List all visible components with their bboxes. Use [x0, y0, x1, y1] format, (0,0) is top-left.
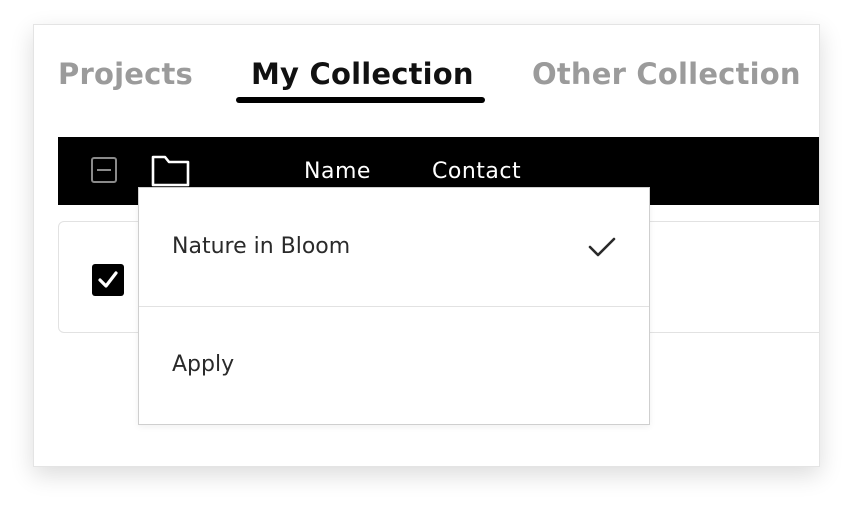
column-header-name[interactable]: Name [304, 159, 371, 185]
row-checkbox[interactable] [92, 264, 124, 296]
dropdown-option-nature-in-bloom[interactable]: Nature in Bloom [139, 188, 649, 307]
active-tab-indicator [236, 97, 485, 103]
folder-icon[interactable] [151, 152, 191, 188]
dropdown-option-label: Nature in Bloom [172, 234, 351, 259]
checkmark-icon [98, 271, 118, 288]
select-all-checkbox[interactable] [91, 157, 117, 183]
apply-label: Apply [172, 352, 235, 377]
tab-other-collection[interactable]: Other Collection [532, 57, 801, 91]
collection-dropdown-menu: Nature in Bloom Apply [138, 187, 650, 425]
tab-my-collection[interactable]: My Collection [251, 57, 474, 91]
tab-projects[interactable]: Projects [58, 57, 193, 91]
apply-button[interactable]: Apply [139, 307, 649, 424]
selected-check-icon [588, 237, 616, 257]
collection-panel: Projects My Collection Other Collection … [33, 24, 820, 467]
indeterminate-icon [97, 169, 111, 171]
column-header-contact[interactable]: Contact [432, 159, 521, 185]
